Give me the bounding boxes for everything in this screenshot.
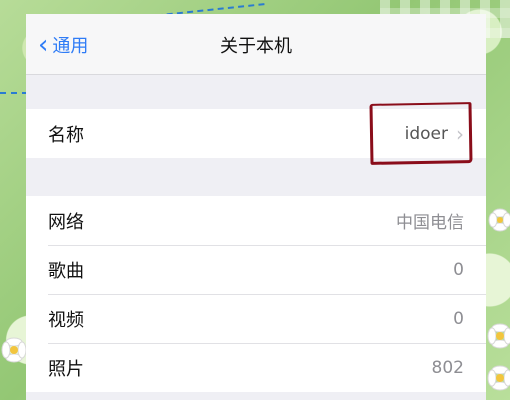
row-value: 0 — [453, 259, 464, 280]
row-value: 0 — [453, 308, 464, 329]
device-name-value: idoer — [404, 123, 448, 144]
row-label: 名称 — [48, 124, 84, 146]
dashed-line — [0, 92, 28, 96]
settings-row-network: 网络 中国电信 — [26, 196, 486, 245]
settings-panel: ‹ 通用 关于本机 名称 idoer › 网络 中国电信 歌曲 0 视频 0 照… — [26, 14, 486, 400]
settings-row-videos: 视频 0 — [26, 294, 486, 343]
row-value: idoer › — [405, 122, 464, 146]
flower-icon — [488, 208, 510, 232]
row-label: 照片 — [48, 358, 84, 380]
section-spacer — [26, 158, 486, 196]
page-title: 关于本机 — [220, 36, 292, 57]
section-spacer — [26, 75, 486, 109]
row-label: 网络 — [48, 211, 84, 233]
row-label: 视频 — [48, 309, 84, 331]
row-label: 歌曲 — [48, 260, 84, 282]
navigation-bar: ‹ 通用 关于本机 — [26, 14, 486, 75]
flower-icon — [487, 323, 510, 391]
row-value: 中国电信 — [396, 213, 464, 233]
settings-row-songs: 歌曲 0 — [26, 245, 486, 294]
settings-row-photos: 照片 802 — [26, 343, 486, 392]
row-value: 802 — [431, 357, 464, 378]
settings-row-name[interactable]: 名称 idoer › — [26, 102, 486, 165]
chevron-right-icon: › — [456, 121, 464, 146]
